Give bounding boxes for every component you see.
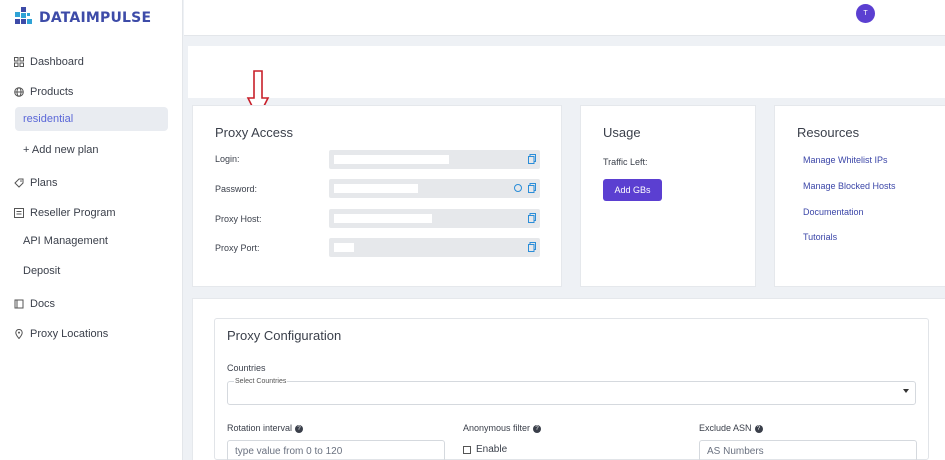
topbar: [184, 0, 945, 36]
manage-whitelist-ips-link[interactable]: Manage Whitelist IPs: [803, 155, 888, 165]
sidebar-item-products[interactable]: Products: [14, 86, 73, 98]
chevron-down-icon: [903, 389, 909, 393]
brand-logo[interactable]: DATAIMPULSE: [15, 7, 151, 29]
logo-icon: [15, 7, 35, 29]
resources-card: Resources Manage Whitelist IPs Manage Bl…: [774, 105, 945, 287]
proxy-access-card: Proxy Access Login: Password: Proxy Host…: [192, 105, 562, 287]
sidebar-item-deposit[interactable]: Deposit: [23, 265, 60, 277]
show-password-icon[interactable]: [514, 184, 522, 192]
copy-icon[interactable]: [528, 213, 536, 223]
add-gbs-button[interactable]: Add GBs: [603, 179, 662, 201]
card-title: Resources: [797, 125, 860, 140]
rotation-interval-input[interactable]: type value from 0 to 120: [227, 440, 445, 460]
card-title: Usage: [603, 125, 641, 140]
redacted-value: [334, 184, 418, 193]
password-field[interactable]: [329, 179, 540, 198]
sidebar: DATAIMPULSE Dashboard Products residenti…: [0, 0, 183, 460]
redacted-value: [334, 243, 354, 252]
sidebar-item-label: Reseller Program: [30, 207, 116, 219]
pin-icon: [15, 329, 23, 339]
usage-card: Usage Traffic Left: Add GBs: [580, 105, 756, 287]
sidebar-item-api-management[interactable]: API Management: [23, 235, 108, 247]
redacted-value: [334, 214, 432, 223]
sidebar-item-dashboard[interactable]: Dashboard: [14, 56, 84, 68]
grid-icon: [14, 57, 24, 67]
rotation-interval-text: Rotation interval: [227, 423, 293, 433]
sidebar-item-label: Docs: [30, 298, 56, 310]
docs-icon: [14, 299, 24, 309]
tutorials-link[interactable]: Tutorials: [803, 232, 837, 242]
avatar[interactable]: T: [856, 4, 875, 23]
select-countries-label: Select Countries: [234, 378, 288, 385]
help-icon[interactable]: ?: [295, 424, 304, 433]
rotation-interval-label: Rotation interval?: [227, 423, 304, 433]
redacted-value: [334, 155, 449, 164]
proxy-port-label: Proxy Port:: [215, 243, 260, 253]
tag-icon: [14, 178, 24, 188]
proxy-port-field[interactable]: [329, 238, 540, 257]
traffic-left-label: Traffic Left:: [603, 157, 648, 167]
reseller-icon: [14, 208, 24, 218]
login-field[interactable]: [329, 150, 540, 169]
exclude-asn-input[interactable]: AS Numbers: [699, 440, 917, 460]
sidebar-item-label: Proxy Locations: [30, 328, 109, 340]
sidebar-item-residential[interactable]: residential: [15, 107, 168, 131]
exclude-asn-label: Exclude ASN?: [699, 423, 763, 433]
proxy-host-label: Proxy Host:: [215, 214, 262, 224]
sidebar-item-label: Plans: [30, 177, 58, 189]
section-title: Proxy Configuration: [227, 328, 342, 343]
manage-blocked-hosts-link[interactable]: Manage Blocked Hosts: [803, 181, 896, 191]
countries-select[interactable]: Select Countries: [227, 378, 916, 405]
help-icon[interactable]: ?: [533, 424, 542, 433]
copy-icon[interactable]: [528, 242, 536, 252]
proxy-configuration-panel: Proxy Configuration Countries Select Cou…: [214, 318, 929, 460]
card-title: Proxy Access: [215, 125, 294, 140]
sidebar-item-label: residential: [23, 113, 74, 125]
sidebar-item-proxy-locations[interactable]: Proxy Locations: [14, 328, 108, 340]
brand-name: DATAIMPULSE: [39, 10, 152, 26]
banner-area: [188, 46, 945, 98]
sidebar-item-reseller-program[interactable]: Reseller Program: [14, 207, 116, 219]
sidebar-item-plans[interactable]: Plans: [14, 177, 58, 189]
exclude-asn-text: Exclude ASN: [699, 423, 752, 433]
copy-icon[interactable]: [528, 154, 536, 164]
help-icon[interactable]: ?: [754, 424, 763, 433]
sidebar-item-add-new-plan[interactable]: + Add new plan: [23, 144, 99, 156]
anonymous-filter-label: Anonymous filter?: [463, 423, 542, 433]
copy-icon[interactable]: [528, 183, 536, 193]
sidebar-item-label: Products: [30, 86, 74, 98]
documentation-link[interactable]: Documentation: [803, 207, 864, 217]
anonymous-filter-text: Anonymous filter: [463, 423, 531, 433]
globe-icon: [14, 87, 24, 97]
sidebar-item-docs[interactable]: Docs: [14, 298, 55, 310]
countries-label: Countries: [227, 363, 266, 373]
enable-label: Enable: [476, 444, 508, 455]
checkbox[interactable]: [463, 445, 471, 454]
password-label: Password:: [215, 184, 258, 194]
login-label: Login:: [215, 154, 240, 164]
anonymous-filter-toggle[interactable]: Enable: [463, 444, 507, 455]
sidebar-item-label: Dashboard: [30, 56, 84, 68]
proxy-host-field[interactable]: [329, 209, 540, 228]
